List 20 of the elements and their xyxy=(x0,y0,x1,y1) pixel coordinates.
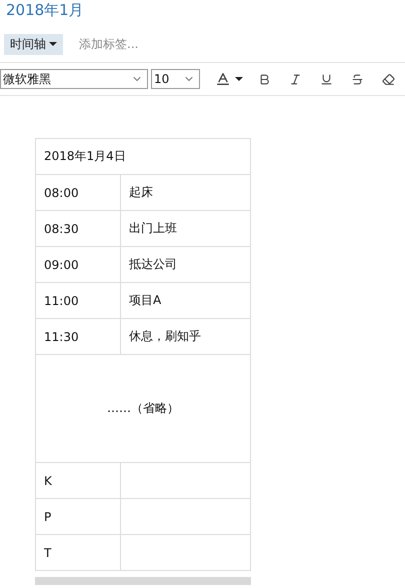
table-heading: 2018年1月4日 xyxy=(43,148,127,165)
event-cell-text: 起床 xyxy=(128,184,154,201)
time-cell: 11:00 xyxy=(36,283,121,318)
time-cell: 09:00 xyxy=(36,247,121,282)
label-cell: P xyxy=(36,499,121,534)
time-cell: 08:30 xyxy=(36,211,121,246)
font-select[interactable]: 微软雅黑 xyxy=(0,69,148,89)
event-cell-text: 抵达公司 xyxy=(128,256,178,273)
event-cell-text: 休息，刷知乎 xyxy=(128,328,202,345)
page-title: 2018年1月 xyxy=(5,0,85,21)
size-select[interactable]: 10 xyxy=(151,69,200,89)
timeline-dropdown[interactable]: 时间轴 xyxy=(4,34,63,54)
label-cell: T xyxy=(36,535,121,570)
time-cell: 11:30 xyxy=(36,319,121,354)
time-cell: 08:00 xyxy=(36,175,121,210)
event-cell-text: 出门上班 xyxy=(128,220,178,237)
label-cell: K xyxy=(36,463,121,498)
omitted-note: ……（省略） xyxy=(106,400,180,417)
event-cell-text: 项目A xyxy=(128,292,162,309)
scrollbar[interactable] xyxy=(35,577,251,585)
